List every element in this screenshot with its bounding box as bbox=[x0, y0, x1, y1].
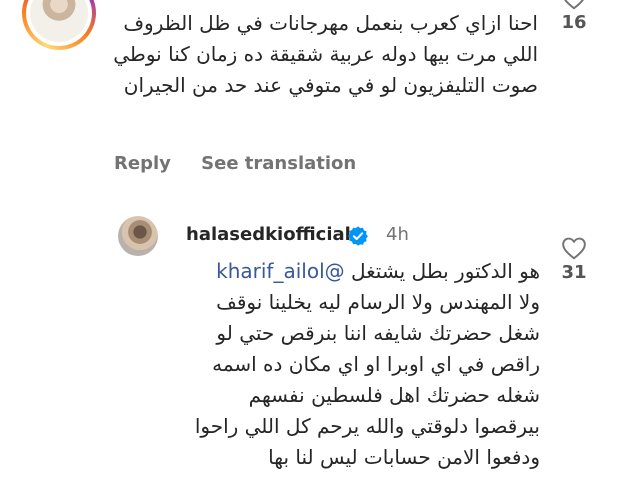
like-control: 31 bbox=[557, 236, 591, 283]
like-control: 16 bbox=[557, 0, 591, 33]
comment-text: احنا ازاي كعرب بنعمل مهرجانات في ظل الظر… bbox=[113, 11, 538, 97]
reply-text-lead: هو الدكتور بطل يشتغل bbox=[350, 259, 540, 283]
reply-text-body: ولا المهندس ولا الرسام ليه يخلينا نوقف ش… bbox=[194, 290, 540, 469]
like-count: 31 bbox=[561, 262, 587, 283]
heart-outline-icon[interactable] bbox=[561, 236, 587, 260]
reply-text: هو الدكتور بطل يشتغل @kharif_ailol ولا ا… bbox=[180, 256, 540, 473]
see-translation-button[interactable]: See translation bbox=[201, 153, 356, 174]
reply-avatar[interactable] bbox=[118, 216, 158, 256]
like-count: 16 bbox=[561, 12, 587, 33]
comment-timestamp: 4h bbox=[386, 224, 409, 245]
comment-actions: Reply See translation bbox=[114, 153, 380, 174]
reply-button[interactable]: Reply bbox=[114, 153, 171, 174]
verified-badge-icon bbox=[348, 226, 368, 246]
heart-outline-icon[interactable] bbox=[561, 0, 587, 10]
mention-link[interactable]: @kharif_ailol bbox=[216, 259, 345, 283]
commenter-avatar[interactable] bbox=[22, 0, 96, 50]
username-link[interactable]: halasedkiofficial bbox=[186, 224, 351, 245]
